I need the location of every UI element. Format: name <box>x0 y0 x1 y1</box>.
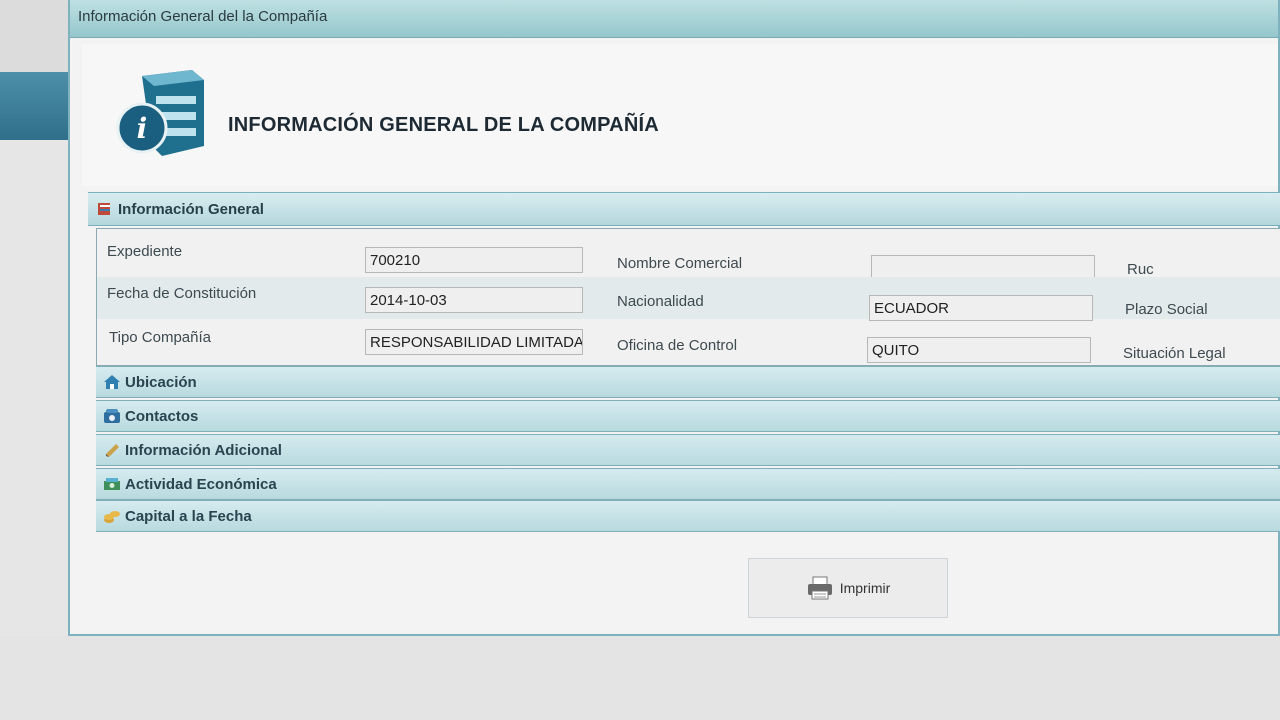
info-row: Expediente 700210 Nombre Comercial Ruc <box>97 231 1280 281</box>
print-button[interactable]: Imprimir <box>748 558 948 618</box>
tipo-compania-field[interactable]: RESPONSABILIDAD LIMITADA <box>365 329 583 355</box>
background-strip <box>0 72 72 140</box>
accordion-label: Capital a la Fecha <box>125 507 252 525</box>
info-icon <box>96 200 114 218</box>
phone-icon <box>102 407 122 425</box>
label-nombre-comercial: Nombre Comercial <box>617 255 743 272</box>
label-ruc: Ruc <box>1127 261 1154 278</box>
label-nacionalidad: Nacionalidad <box>617 293 704 310</box>
money-icon <box>102 475 122 493</box>
info-row: Fecha de Constitución 2014-10-03 Naciona… <box>97 277 1280 321</box>
window-titlebar: Información General del la Compañía <box>70 0 1278 38</box>
fecha-constitucion-field[interactable]: 2014-10-03 <box>365 287 583 313</box>
svg-text:i: i <box>137 112 148 145</box>
accordion-ubicacion[interactable]: Ubicación <box>96 366 1280 398</box>
window-title: Información General del la Compañía <box>78 8 328 25</box>
label-fecha-constitucion: Fecha de Constitución <box>107 285 257 302</box>
background-bottom <box>0 636 1280 720</box>
label-oficina-control: Oficina de Control <box>617 337 738 354</box>
accordion-label: Ubicación <box>125 373 197 391</box>
section-title: Información General <box>118 200 264 218</box>
accordion-capital-fecha[interactable]: Capital a la Fecha <box>96 500 1280 532</box>
accordion-informacion-adicional[interactable]: Información Adicional <box>96 434 1280 466</box>
coins-icon <box>102 507 122 525</box>
oficina-control-field[interactable]: QUITO <box>867 337 1091 363</box>
page-title: INFORMACIÓN GENERAL DE LA COMPAÑÍA <box>228 114 659 136</box>
accordion-label: Contactos <box>125 407 199 425</box>
accordion-contactos[interactable]: Contactos <box>96 400 1280 432</box>
accordion-label: Actividad Económica <box>125 475 277 493</box>
label-plazo-social: Plazo Social <box>1125 301 1208 318</box>
info-row: Tipo Compañía RESPONSABILIDAD LIMITADA O… <box>97 321 1280 363</box>
print-button-label: Imprimir <box>839 580 891 596</box>
header-area: i INFORMACIÓN GENERAL DE LA COMPAÑÍA <box>82 44 1278 186</box>
label-tipo-compania: Tipo Compañía <box>109 329 211 346</box>
background-left <box>0 140 72 720</box>
info-cabinet-icon: i <box>112 66 208 162</box>
accordion-label: Información Adicional <box>125 441 282 459</box>
label-situacion-legal: Situación Legal <box>1123 345 1226 362</box>
label-expediente: Expediente <box>107 243 183 260</box>
home-icon <box>102 373 122 391</box>
section-informacion-general[interactable]: Información General <box>88 192 1280 226</box>
company-info-window: Información General del la Compañía i IN… <box>68 0 1280 636</box>
pencil-icon <box>102 441 122 459</box>
expediente-field[interactable]: 700210 <box>365 247 583 273</box>
nacionalidad-field[interactable]: ECUADOR <box>869 295 1093 321</box>
printer-icon <box>806 575 834 601</box>
accordion-actividad-economica[interactable]: Actividad Económica <box>96 468 1280 500</box>
info-panel: Expediente 700210 Nombre Comercial Ruc F… <box>96 228 1280 366</box>
